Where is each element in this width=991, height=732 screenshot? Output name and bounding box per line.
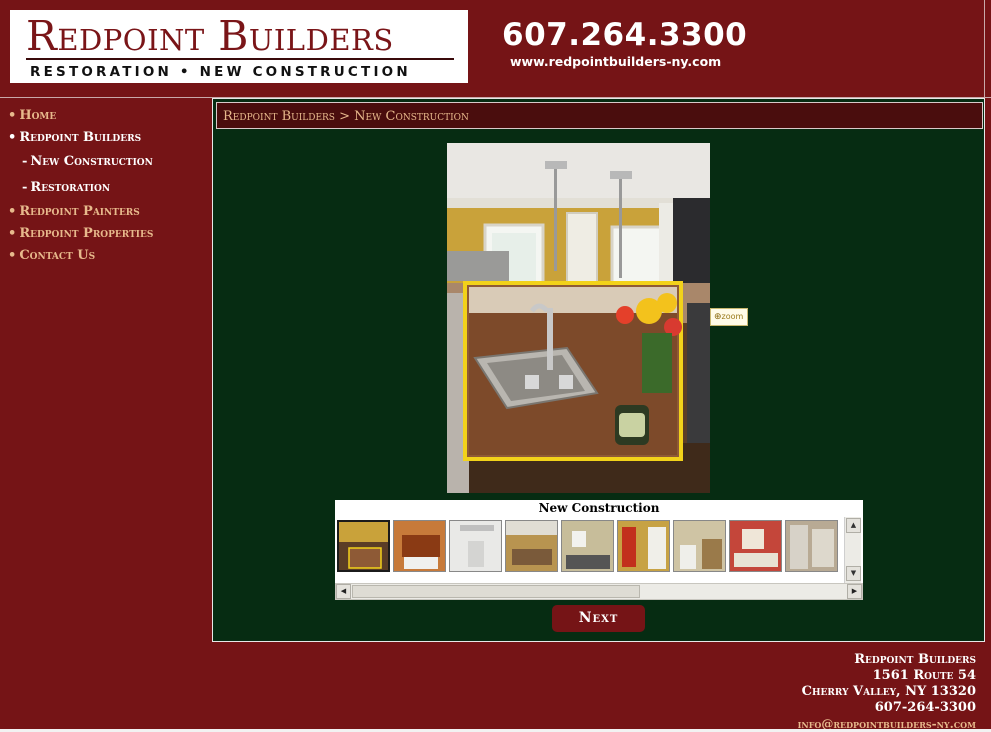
footer-contact: Redpoint Builders 1561 Route 54 Cherry V… [798,652,976,732]
scroll-down-icon[interactable]: ▼ [846,566,861,581]
nav-bullet: • [8,204,17,219]
footer-address-line2: Cherry Valley, NY 13320 [801,684,976,699]
thumbnail-9[interactable] [785,520,838,572]
logo-divider [26,58,454,60]
nav-item-label: Restoration [30,180,111,195]
scroll-up-icon[interactable]: ▲ [846,518,861,533]
nav-item-label: New Construction [30,154,153,169]
thumbnail-vertical-scrollbar[interactable]: ▲ ▼ [844,517,861,583]
header-edge [984,0,985,98]
thumbnail-5[interactable] [561,520,614,572]
gallery-title: New Construction [335,500,863,517]
scrollbar-thumb[interactable] [352,585,640,598]
nav-item-label: Redpoint Properties [19,226,154,241]
footer-address-line1: 1561 Route 54 [872,668,976,683]
nav-item-redpoint-builders[interactable]: • Redpoint Builders [8,130,141,145]
nav-item-label: Contact Us [19,248,96,263]
magnifier-icon: ⊕ [714,312,722,322]
nav-item-label: Redpoint Painters [19,204,140,219]
nav-item-label: Redpoint Builders [19,130,142,145]
nav-bullet: • [8,108,17,123]
main-photo[interactable] [447,143,710,493]
nav-item-redpoint-properties[interactable]: • Redpoint Properties [8,226,153,241]
nav-item-restoration[interactable]: - Restoration [22,180,110,195]
kitchen-photo-image [447,143,710,493]
logo-tagline: RESTORATION • NEW CONSTRUCTION [30,64,411,80]
header: Redpoint Builders RESTORATION • NEW CONS… [0,0,991,98]
breadcrumb-text: Redpoint Builders > New Construction [223,109,469,124]
breadcrumb-link-redpoint-builders[interactable]: Redpoint Builders [223,109,335,124]
thumbnail-7[interactable] [673,520,726,572]
nav-bullet: • [8,130,17,145]
logo-company-name: Redpoint Builders [26,12,394,60]
nav-bullet: • [8,248,17,263]
thumbnail-3[interactable] [449,520,502,572]
scroll-left-icon[interactable]: ◀ [336,584,351,599]
thumbnail-horizontal-scrollbar[interactable]: ◀ ▶ [335,583,863,600]
next-button[interactable]: Next [552,605,645,632]
breadcrumb-separator: > [339,109,351,124]
main-content-panel: Redpoint Builders > New Construction ⊕zo… [212,98,985,642]
nav-item-redpoint-painters[interactable]: • Redpoint Painters [8,204,140,219]
footer-phone: 607-264-3300 [874,700,976,715]
footer-company: Redpoint Builders [854,652,976,667]
logo[interactable]: Redpoint Builders RESTORATION • NEW CONS… [10,10,468,83]
nav-item-label: Home [19,108,57,123]
thumbnail-6[interactable] [617,520,670,572]
scroll-right-icon[interactable]: ▶ [847,584,862,599]
zoom-label: zoom [721,312,744,321]
zoom-control[interactable]: ⊕zoom [710,308,748,326]
header-phone: 607.264.3300 [502,17,748,53]
nav-item-new-construction[interactable]: - New Construction [22,154,153,169]
thumbnail-1[interactable] [337,520,390,572]
nav-item-home[interactable]: • Home [8,108,56,123]
nav-bullet: - [22,154,28,169]
breadcrumb: Redpoint Builders > New Construction [216,102,983,129]
breadcrumb-current: New Construction [354,109,469,124]
thumbnail-strip[interactable]: ▲ ▼ [335,517,863,583]
nav-item-contact-us[interactable]: • Contact Us [8,248,95,263]
thumbnail-8[interactable] [729,520,782,572]
nav-bullet: • [8,226,17,241]
nav-bullet: - [22,180,28,195]
header-website: www.redpointbuilders-ny.com [510,54,722,69]
thumbnail-2[interactable] [393,520,446,572]
thumbnail-4[interactable] [505,520,558,572]
